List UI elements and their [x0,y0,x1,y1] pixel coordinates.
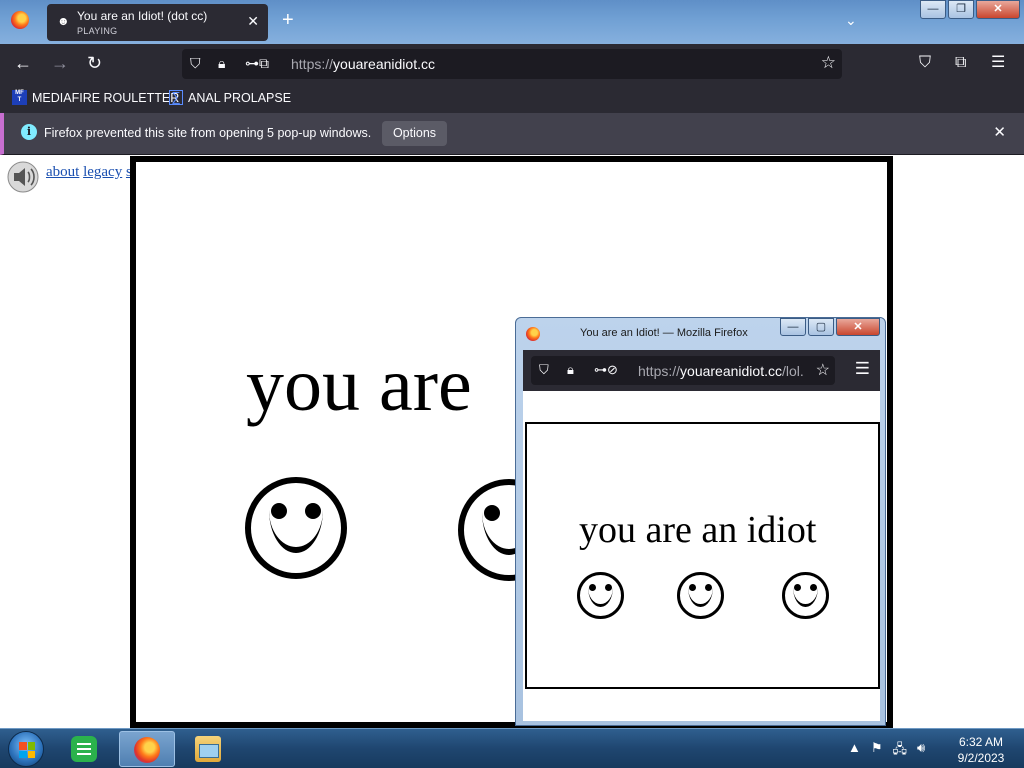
lock-icon[interactable]: 🔒︎ [567,362,574,378]
taskbar-file-explorer[interactable] [181,731,237,767]
taskbar-sheets-app[interactable] [57,731,113,767]
volume-icon[interactable]: 🔊︎ [917,740,925,762]
forward-arrow-icon[interactable]: → [51,53,69,73]
popup-url-text[interactable]: https://youareanidiot.cc/lol. [638,363,804,379]
bookmark-star-icon[interactable]: ☆ [821,53,836,73]
notification-message: Firefox prevented this site from opening… [44,126,372,140]
restore-button[interactable]: ❐ [948,0,974,19]
speaker-icon[interactable] [7,161,39,193]
tab-youareanidiot[interactable]: ☻ You are an Idiot! (dot cc) PLAYING ✕ [47,4,268,41]
list-all-tabs-chevron-icon[interactable]: ⌄ [845,12,857,29]
link-legacy[interactable]: legacy [83,164,122,180]
mediafire-icon: MF T [12,90,27,105]
popup-headline-text: you are an idiot [579,509,817,551]
smiley-face-icon [245,477,347,579]
clock-time: 6:32 AM [958,735,1004,749]
action-center-flag-icon[interactable]: ⚑ [871,740,883,762]
taskbar-clock[interactable]: 6:32 AM 9/2/2023 [946,734,1016,766]
lock-icon[interactable]: 🔒︎ [218,55,225,72]
tab-playing-label: PLAYING [77,26,118,36]
bookmark-star-icon[interactable]: ☆ [813,360,830,380]
back-arrow-icon[interactable]: ← [14,53,32,73]
popup-window-controls: — ▢ ✕ [778,318,880,336]
popup-blocked-notification: i Firefox prevented this site from openi… [0,113,1024,155]
firefox-logo-icon [526,327,540,341]
menu-hamburger-icon[interactable]: ☰ [991,53,1005,73]
network-icon[interactable]: 🖧︎ [893,740,908,762]
start-button[interactable] [8,731,44,767]
bookmarks-toolbar: MF T MEDIAFIRE ROULETTER ∑ ANAL PROLAPSE [0,84,1024,113]
popup-content-frame: you are an idiot [525,422,880,689]
windows-logo-icon [19,742,35,758]
smiley-face-icon [577,572,624,619]
bookmark-anal-prolapse[interactable]: ∑ ANAL PROLAPSE [169,90,291,105]
browser-titlebar: ☻ You are an Idiot! (dot cc) PLAYING ✕ +… [0,0,1024,44]
smiley-face-icon [677,572,724,619]
reload-icon[interactable]: ↻ [87,53,102,73]
system-tray: ▲ ⚑ 🖧︎ 🔊︎ [848,740,925,762]
tracking-shield-icon[interactable]: ⛉ [190,55,201,72]
show-hidden-icons-arrow-icon[interactable]: ▲ [848,740,861,762]
popup-page: you are an idiot [523,391,880,721]
close-tab-icon[interactable]: ✕ [247,13,259,30]
popup-close-button[interactable]: ✕ [836,318,880,336]
permissions-icon[interactable]: ⊶⊘ [594,362,618,378]
folder-icon [195,736,221,762]
bookmark-label: MEDIAFIRE ROULETTER [32,90,180,105]
menu-hamburger-icon[interactable]: ☰ [855,359,870,379]
popup-maximize-button[interactable]: ▢ [808,318,834,336]
options-button[interactable]: Options [382,121,447,146]
popup-minimize-button[interactable]: — [780,318,806,336]
tracking-shield-icon[interactable]: ⛉ [539,362,549,378]
sigma-icon: ∑ [169,90,183,105]
url-text[interactable]: https://youareanidiot.cc [291,56,435,72]
navigation-toolbar: ← → ↻ ⛉ 🔒︎ ⊶⧉ https://youareanidiot.cc ☆… [0,44,1024,84]
close-window-button[interactable]: ✕ [976,0,1020,19]
smiley-face-icon [782,572,829,619]
windows-taskbar: ▲ ⚑ 🖧︎ 🔊︎ 6:32 AM 9/2/2023 [0,728,1024,768]
link-about[interactable]: about [46,164,79,180]
pocket-icon[interactable]: ⛉ [919,53,931,73]
clock-date: 9/2/2023 [957,751,1005,765]
popup-window[interactable]: You are an Idiot! — Mozilla Firefox — ▢ … [515,317,886,726]
sheets-icon [71,736,97,762]
bookmark-label: ANAL PROLAPSE [188,90,292,105]
smiley-icon: ☻ [57,14,70,28]
close-notification-icon[interactable]: ✕ [993,123,1006,141]
window-controls: — ❐ ✕ [918,0,1020,19]
popup-window-title: You are an Idiot! — Mozilla Firefox [580,327,748,339]
tab-title: You are an Idiot! (dot cc) [77,9,208,23]
extensions-icon[interactable]: ⧉ [955,53,966,73]
info-icon: i [21,124,37,140]
taskbar-firefox[interactable] [119,731,175,767]
permissions-icon[interactable]: ⊶⧉ [245,55,269,72]
popup-address-bar[interactable]: ⛉ 🔒︎ ⊶⊘ https://youareanidiot.cc/lol. ☆ [531,356,835,385]
minimize-button[interactable]: — [920,0,946,19]
address-bar[interactable]: ⛉ 🔒︎ ⊶⧉ https://youareanidiot.cc ☆ [182,49,842,79]
new-tab-button[interactable]: + [282,10,294,30]
headline-text: you are [246,343,472,427]
bookmark-mediafire-rouletter[interactable]: MF T MEDIAFIRE ROULETTER [12,90,179,105]
firefox-icon [134,737,160,763]
firefox-logo-icon [11,11,29,29]
popup-toolbar: ⛉ 🔒︎ ⊶⊘ https://youareanidiot.cc/lol. ☆ … [523,350,880,391]
